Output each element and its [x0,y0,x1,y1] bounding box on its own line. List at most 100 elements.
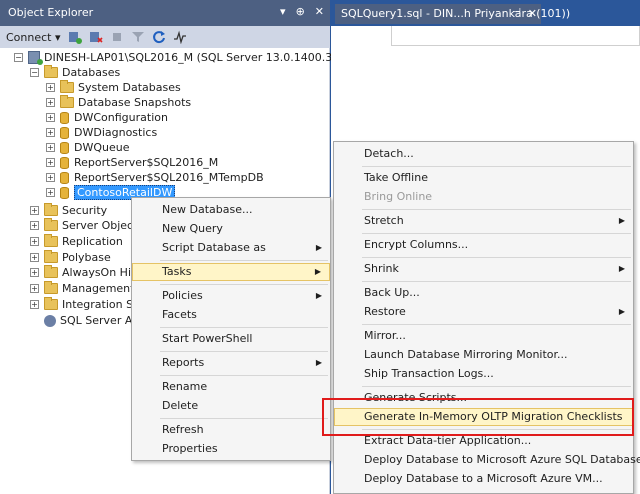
tree-node-dwqueue[interactable]: + DWQueue [46,140,129,155]
disconnect-icon[interactable] [89,30,103,44]
filter-icon[interactable] [131,30,145,44]
folder-icon [44,297,58,310]
menu-item-facets[interactable]: Facets [132,306,330,324]
tree-node-system-databases[interactable]: + System Databases [46,80,181,95]
database-icon [60,141,69,154]
agent-icon [44,314,56,327]
menu-item-mirror[interactable]: Mirror... [334,327,633,345]
tree-node-polybase[interactable]: + Polybase [30,250,111,265]
expand-icon[interactable]: + [46,83,55,92]
expand-icon[interactable]: + [30,206,39,215]
expand-icon[interactable]: + [30,253,39,262]
submenu-arrow-icon: ▶ [314,267,321,276]
expand-icon[interactable]: + [46,113,55,122]
database-icon [60,171,69,184]
tab-sqlquery1[interactable]: SQLQuery1.sql - DIN...h Priyankara (101)… [335,4,570,24]
expand-icon[interactable]: + [46,158,55,167]
tree-node-security[interactable]: + Security [30,203,107,218]
menu-separator [362,324,631,325]
document-tab-bar: SQLQuery1.sql - DIN...h Priyankara (101)… [331,0,640,26]
menu-item-deploy-azure-sql[interactable]: Deploy Database to Microsoft Azure SQL D… [334,451,640,469]
folder-icon [44,234,58,247]
menu-item-delete[interactable]: Delete [132,397,330,415]
menu-separator [160,284,328,285]
expand-icon[interactable]: + [46,173,55,182]
tree-node-database-snapshots[interactable]: + Database Snapshots [46,95,191,110]
database-icon [60,126,69,139]
activity-monitor-icon[interactable] [173,30,187,44]
menu-item-policies[interactable]: Policies ▶ [132,287,330,305]
submenu-arrow-icon: ▶ [618,264,625,273]
tree-node-databases[interactable]: − Databases [30,65,120,80]
tree-node-replication[interactable]: + Replication [30,234,123,249]
collapse-icon[interactable]: − [30,68,39,77]
menu-item-start-powershell[interactable]: Start PowerShell [132,330,330,348]
expand-icon[interactable]: + [30,268,39,277]
menu-item-detach[interactable]: Detach... [334,145,633,163]
menu-separator [362,386,631,387]
submenu-arrow-icon: ▶ [618,216,625,225]
tree-node-reportserver[interactable]: + ReportServer$SQL2016_M [46,155,218,170]
menu-separator [362,281,631,282]
refresh-icon[interactable] [152,30,166,44]
tree-node-management[interactable]: + Management [30,281,134,296]
submenu-arrow-icon: ▶ [315,243,322,252]
menu-item-back-up[interactable]: Back Up... [334,284,633,302]
menu-separator [160,418,328,419]
pin-icon[interactable]: ⊕ [296,5,305,18]
tree-node-reportserver-tempdb[interactable]: + ReportServer$SQL2016_MTempDB [46,170,264,185]
submenu-arrow-icon: ▶ [618,307,625,316]
collapse-icon[interactable]: − [14,53,23,62]
folder-icon [44,265,58,278]
menu-item-deploy-azure-vm[interactable]: Deploy Database to a Microsoft Azure VM.… [334,470,633,488]
menu-item-restore[interactable]: Restore ▶ [334,303,633,321]
menu-item-stretch[interactable]: Stretch ▶ [334,212,633,230]
tree-node-server-objects[interactable]: + Server Objects [30,218,143,233]
expand-icon[interactable]: + [46,188,55,197]
expand-icon[interactable]: + [30,284,39,293]
database-icon [60,111,69,124]
expand-icon[interactable]: + [30,300,39,309]
connect-server-icon[interactable] [68,30,82,44]
menu-separator [160,327,328,328]
stop-icon[interactable] [110,30,124,44]
object-explorer-toolbar: Connect ▾ [0,26,330,48]
menu-item-reports[interactable]: Reports ▶ [132,354,330,372]
object-explorer-title: Object Explorer [8,6,94,19]
menu-item-rename[interactable]: Rename [132,378,330,396]
expand-icon[interactable]: + [46,128,55,137]
expand-icon[interactable]: + [46,143,55,152]
menu-item-refresh[interactable]: Refresh [132,421,330,439]
menu-item-new-query[interactable]: New Query [132,220,330,238]
expand-icon[interactable]: + [30,221,39,230]
menu-separator [160,351,328,352]
menu-item-encrypt-columns[interactable]: Encrypt Columns... [334,236,633,254]
expand-icon[interactable]: + [30,237,39,246]
tree-node-dwconfiguration[interactable]: + DWConfiguration [46,110,168,125]
menu-separator [362,166,631,167]
menu-item-bring-online: Bring Online [364,190,433,203]
pin-icon[interactable]: ⊣ [512,7,521,18]
menu-item-ship-transaction-logs[interactable]: Ship Transaction Logs... [334,365,633,383]
menu-item-shrink[interactable]: Shrink ▶ [334,260,633,278]
menu-item-properties[interactable]: Properties [132,440,330,458]
menu-item-take-offline[interactable]: Take Offline [334,169,633,187]
close-icon[interactable]: ✕ [315,5,324,18]
folder-icon [44,203,58,216]
tree-node-dwdiagnostics[interactable]: + DWDiagnostics [46,125,157,140]
menu-item-launch-mirroring-monitor[interactable]: Launch Database Mirroring Monitor... [334,346,633,364]
close-icon[interactable]: ✕ [528,7,537,20]
expand-icon[interactable]: + [46,98,55,107]
menu-separator [362,209,631,210]
connect-button[interactable]: Connect ▾ [6,31,61,44]
folder-icon [44,65,58,78]
menu-item-tasks[interactable]: Tasks ▶ [132,263,330,281]
database-icon [60,186,69,199]
tree-node-alwayson[interactable]: + AlwaysOn High [30,265,145,280]
menu-item-script-database-as[interactable]: Script Database as ▶ [132,239,330,257]
window-position-icon[interactable]: ▾ [280,5,286,18]
folder-icon [60,95,74,108]
annotation-highlight-box [322,398,634,436]
menu-separator [160,375,328,376]
menu-item-new-database[interactable]: New Database... [132,201,330,219]
